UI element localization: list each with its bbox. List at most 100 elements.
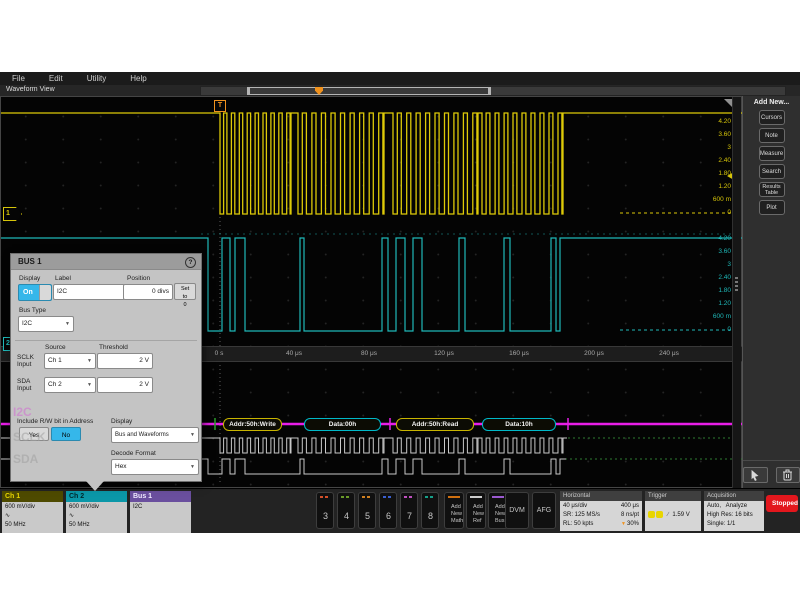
sidebar-button-results-table[interactable]: Results Table: [759, 182, 785, 197]
toggle-knob: [39, 285, 51, 300]
badge-ch2[interactable]: Ch 2600 mV/div∿50 MHz: [66, 491, 127, 531]
sidebar-button-note[interactable]: Note: [759, 128, 785, 143]
trigger-slope-icon: ∕: [668, 512, 669, 518]
bus1-dialog: BUS 1 ? Display Label Position On I2C 0 …: [10, 253, 202, 482]
ch2-scale-label: 2.40: [697, 274, 731, 281]
channel-color-dash: [383, 496, 393, 498]
channel-color-dash: [404, 496, 414, 498]
bus-decode-data: Data:10h: [482, 418, 556, 431]
time-axis-label: 240 μs: [647, 350, 691, 357]
ch1-scale-label: 4.20: [697, 118, 731, 125]
dvm-button[interactable]: DVM: [505, 492, 529, 529]
channel-button-7[interactable]: 7: [400, 492, 418, 529]
stopped-button[interactable]: Stopped: [766, 495, 798, 512]
badge-ch1[interactable]: Ch 1600 mV/div∿50 MHz: [2, 491, 63, 531]
chevron-down-icon: ▼: [87, 378, 92, 392]
ch1-scale-label: 1.80: [697, 170, 731, 177]
sda-source-dropdown[interactable]: Ch 2▼: [44, 377, 96, 393]
afg-button[interactable]: AFG: [532, 492, 556, 529]
badge-row: 50 MHz: [69, 521, 124, 530]
badge-row: 600 mV/div: [69, 503, 124, 512]
bus-decode-addr: Addr:50h:Read: [396, 418, 474, 431]
acquisition-title: Acquisition: [704, 491, 764, 501]
right-scale-strip: [732, 97, 741, 489]
trash-button[interactable]: [776, 467, 800, 483]
horizontal-row: SR: 125 MS/s8 ns/pt: [563, 511, 639, 520]
right-sidebar: Add New... Cursors Note Measure Search Resul…: [742, 96, 800, 488]
badge-row: I2C: [133, 503, 188, 512]
set-to-zero-button[interactable]: Set to 0: [174, 283, 196, 300]
menu-edit[interactable]: Edit: [37, 72, 75, 85]
menu-help[interactable]: Help: [118, 72, 158, 85]
oscilloscope-app: FileEditUtilityHelp Waveform View 0 s40 …: [0, 72, 800, 532]
sclk-threshold-input[interactable]: 2 V: [97, 353, 153, 369]
menu-file[interactable]: File: [0, 72, 37, 85]
callout-button[interactable]: [743, 467, 768, 483]
pan-zoom-ruler[interactable]: [200, 86, 786, 96]
add-new-math-button[interactable]: Add New Math: [444, 492, 464, 529]
add-new-ref-button[interactable]: Add New Ref: [466, 492, 486, 529]
acquisition-row: Auto, Analyze: [707, 502, 761, 511]
channel-color-dash: [320, 496, 330, 498]
channel-color-dash: [341, 496, 351, 498]
add-new-buttons: Cursors Note Measure Search Results Table Plo…: [743, 106, 800, 219]
channel-button-5[interactable]: 5: [358, 492, 376, 529]
sidebar-button-search[interactable]: Search: [759, 164, 785, 179]
trigger-panel[interactable]: Trigger ∕ 1.59 V: [645, 491, 701, 531]
trigger-source-icon2: [656, 511, 663, 518]
help-icon[interactable]: ?: [185, 257, 196, 268]
dialog-title[interactable]: BUS 1: [11, 254, 201, 270]
horizontal-cell: ▼30%: [621, 520, 639, 529]
time-axis-label: 0 s: [197, 350, 241, 357]
sclk-slice-label: SCLK: [13, 430, 46, 444]
label-input[interactable]: I2C: [53, 284, 125, 300]
channel-button-4[interactable]: 4: [337, 492, 355, 529]
badge-row: 50 MHz: [5, 521, 60, 530]
chevron-down-icon: ▼: [190, 428, 195, 442]
pointer-icon: [749, 469, 761, 481]
channel-button-8[interactable]: 8: [421, 492, 439, 529]
horizontal-cell: SR: 125 MS/s: [563, 511, 600, 520]
horizontal-cell: RL: 50 kpts: [563, 520, 593, 529]
ch2-scale-label: 3: [697, 261, 731, 268]
menu-bar: FileEditUtilityHelp: [0, 72, 800, 86]
sda-threshold-input[interactable]: 2 V: [97, 377, 153, 393]
screen: { "menu": {"items": ["File", "Edit", "Ut…: [0, 0, 800, 600]
source-color-dash: [448, 496, 460, 498]
sidebar-button-plot[interactable]: Plot: [759, 200, 785, 215]
display-mode-dropdown[interactable]: Bus and Waveforms▼: [111, 427, 199, 443]
sidebar-button-measure[interactable]: Measure: [759, 146, 785, 161]
trigger-source-icon: [648, 511, 655, 518]
channel-button-3[interactable]: 3: [316, 492, 334, 529]
sclk-source-dropdown[interactable]: Ch 1▼: [44, 353, 96, 369]
rw-no-button[interactable]: No: [51, 427, 81, 441]
sidebar-button-cursors[interactable]: Cursors: [759, 110, 785, 125]
tab-waveform-view[interactable]: Waveform View: [6, 86, 55, 93]
horizontal-title: Horizontal: [560, 491, 642, 501]
ch2-scale-label: 3.60: [697, 248, 731, 255]
bus-type-dropdown[interactable]: I2C▼: [18, 316, 74, 332]
trigger-indicator[interactable]: T: [214, 100, 226, 112]
acquisition-panel[interactable]: Acquisition Auto, AnalyzeHigh Res: 16 bi…: [704, 491, 764, 531]
channel-button-6[interactable]: 6: [379, 492, 397, 529]
add-new-title: Add New...: [743, 99, 800, 106]
display-toggle[interactable]: On: [18, 284, 52, 301]
chevron-down-icon: ▼: [65, 317, 70, 331]
menu-utility[interactable]: Utility: [75, 72, 119, 85]
scale-grip-icon[interactable]: [735, 277, 738, 291]
horizontal-row: RL: 50 kpts ▼30%: [563, 520, 639, 529]
position-input[interactable]: 0 divs: [123, 284, 173, 300]
time-axis-label: 160 μs: [497, 350, 541, 357]
time-axis-label: 120 μs: [422, 350, 466, 357]
sclk-source-value: Ch 1: [48, 357, 62, 364]
bus-decode-addr: Addr:50h:Write: [223, 418, 282, 431]
decode-format-dropdown[interactable]: Hex▼: [111, 459, 199, 475]
badge-row: 600 mV/div: [5, 503, 60, 512]
badge-bus1[interactable]: Bus 1I2C: [130, 491, 191, 531]
bus-decode-data: Data:00h: [304, 418, 381, 431]
horizontal-cell: 40 μs/div: [563, 502, 587, 511]
zoom-window-bracket[interactable]: [247, 87, 491, 95]
horizontal-panel[interactable]: Horizontal 40 μs/div400 μsSR: 125 MS/s8 …: [560, 491, 642, 531]
channel-color-dash: [362, 496, 372, 498]
position-label: Position: [127, 275, 150, 282]
